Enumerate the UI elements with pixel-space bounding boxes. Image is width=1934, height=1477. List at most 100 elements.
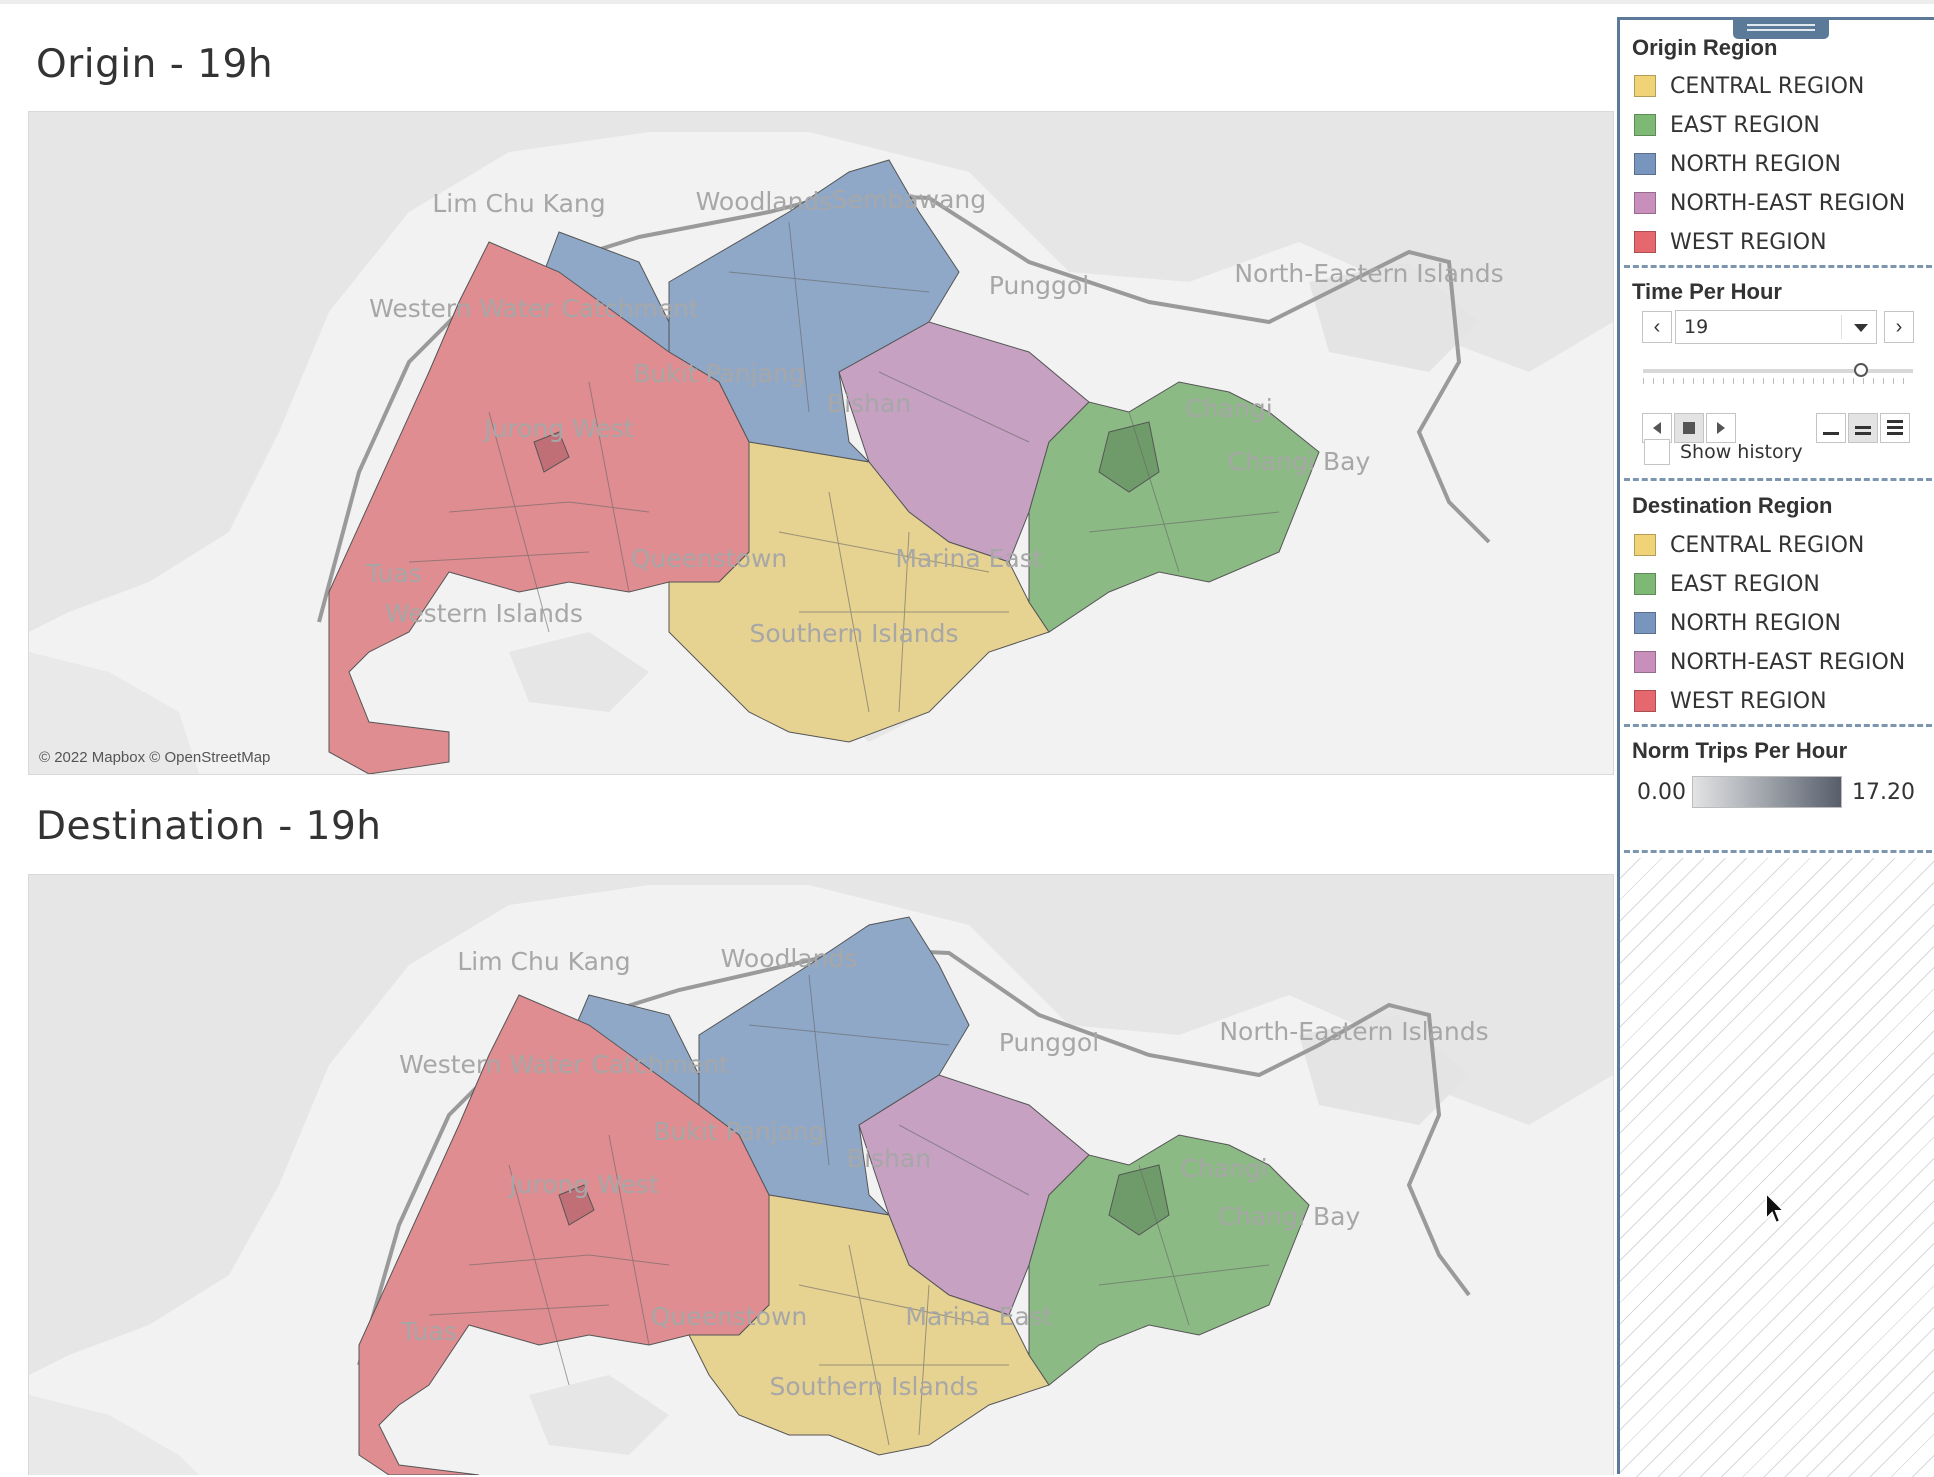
- dropdown-caret-icon: [1854, 324, 1868, 332]
- place-label-bishan: Bishan: [827, 389, 911, 418]
- section-divider: [1624, 478, 1932, 481]
- origin-legend-item-east[interactable]: EAST REGION: [1634, 110, 1820, 140]
- place-label-queenstown: Queenstown: [651, 1302, 808, 1331]
- origin-legend-label: CENTRAL REGION: [1670, 73, 1865, 99]
- place-label-queenstown: Queenstown: [631, 544, 788, 573]
- speed-fast-button[interactable]: [1880, 413, 1910, 443]
- destination-swatch-north: [1634, 612, 1656, 634]
- norm-trips-min-value: 0.00: [1637, 780, 1686, 805]
- place-label-lim-chu-kang: Lim Chu Kang: [432, 189, 605, 218]
- destination-region-legend-title: Destination Region: [1632, 493, 1833, 518]
- step-forward-button[interactable]: [1706, 413, 1736, 443]
- speed-slow-icon: [1823, 432, 1839, 435]
- origin-swatch-east: [1634, 114, 1656, 136]
- norm-trips-color-ramp: [1692, 776, 1842, 808]
- section-divider: [1624, 724, 1932, 727]
- origin-map-canvas[interactable]: Lim Chu Kang Woodlands Sembawang Western…: [29, 112, 1613, 774]
- place-label-changi: Changi: [1185, 394, 1272, 423]
- destination-legend-item-west[interactable]: WEST REGION: [1634, 686, 1827, 716]
- next-hour-button[interactable]: ›: [1884, 311, 1914, 343]
- place-label-bishan: Bishan: [847, 1144, 931, 1173]
- speed-fast-icon: [1887, 420, 1903, 435]
- cursor-icon: [1765, 1191, 1787, 1225]
- place-label-woodlands: Woodlands: [721, 944, 858, 973]
- origin-legend-label: EAST REGION: [1670, 112, 1820, 138]
- stop-button[interactable]: [1674, 413, 1704, 443]
- origin-legend-label: NORTH REGION: [1670, 151, 1841, 177]
- show-history-label[interactable]: Show history: [1680, 441, 1803, 463]
- destination-map-canvas[interactable]: Lim Chu Kang Woodlands Western Water Cat…: [29, 875, 1613, 1475]
- destination-legend-item-central[interactable]: CENTRAL REGION: [1634, 530, 1864, 560]
- place-label-changi-bay: Changi Bay: [1218, 1202, 1361, 1231]
- place-label-jurong-west: Jurong West: [507, 1170, 659, 1199]
- place-label-western-islands: Western Islands: [385, 599, 583, 628]
- chevron-left-icon: ‹: [1653, 315, 1661, 338]
- place-label-north-eastern-islands: North-Eastern Islands: [1234, 259, 1503, 288]
- step-back-icon: [1653, 422, 1661, 434]
- destination-legend-label: NORTH REGION: [1670, 610, 1841, 636]
- chevron-right-icon: ›: [1895, 315, 1903, 338]
- origin-region-legend-title: Origin Region: [1632, 35, 1778, 60]
- destination-map[interactable]: Lim Chu Kang Woodlands Western Water Cat…: [28, 874, 1614, 1475]
- destination-legend-label: CENTRAL REGION: [1670, 532, 1865, 558]
- destination-swatch-central: [1634, 534, 1656, 556]
- destination-swatch-east: [1634, 573, 1656, 595]
- destination-legend-item-north[interactable]: NORTH REGION: [1634, 608, 1841, 638]
- speed-medium-button[interactable]: [1848, 413, 1878, 443]
- place-label-marina-east: Marina East: [905, 1302, 1052, 1331]
- hour-slider-track[interactable]: [1643, 369, 1913, 373]
- norm-trips-max-value: 17.20: [1852, 780, 1915, 805]
- section-divider: [1624, 850, 1932, 853]
- top-edge: [0, 0, 1934, 4]
- show-history-checkbox[interactable]: [1644, 439, 1670, 465]
- place-label-bukit-panjang: Bukit Panjang: [653, 1117, 824, 1146]
- place-label-punggol: Punggol: [999, 1028, 1099, 1057]
- dropdown-separator: [1841, 315, 1842, 339]
- speed-medium-icon: [1855, 426, 1871, 435]
- speed-slow-button[interactable]: [1816, 413, 1846, 443]
- place-label-southern-islands: Southern Islands: [769, 1372, 978, 1401]
- place-label-western-water-catchment: Western Water Catchment: [399, 1050, 729, 1079]
- destination-legend-item-east[interactable]: EAST REGION: [1634, 569, 1820, 599]
- time-per-hour-title: Time Per Hour: [1632, 279, 1782, 304]
- place-label-sembawang: Sembawang: [832, 185, 986, 214]
- origin-legend-label: NORTH-EAST REGION: [1670, 190, 1906, 216]
- place-label-jurong-west: Jurong West: [482, 414, 634, 443]
- origin-swatch-central: [1634, 75, 1656, 97]
- destination-legend-label: NORTH-EAST REGION: [1670, 649, 1906, 675]
- place-label-north-eastern-islands: North-Eastern Islands: [1219, 1017, 1488, 1046]
- origin-swatch-north: [1634, 153, 1656, 175]
- place-label-southern-islands: Southern Islands: [749, 619, 958, 648]
- section-divider: [1624, 265, 1932, 268]
- place-label-tuas: Tuas: [400, 1317, 457, 1346]
- origin-swatch-west: [1634, 231, 1656, 253]
- origin-legend-item-west[interactable]: WEST REGION: [1634, 227, 1827, 257]
- map-attribution[interactable]: © 2022 Mapbox © OpenStreetMap: [39, 749, 270, 766]
- destination-map-title: Destination - 19h: [36, 804, 382, 849]
- norm-trips-legend-title: Norm Trips Per Hour: [1632, 738, 1848, 763]
- stop-icon: [1683, 422, 1695, 434]
- destination-legend-item-north-east[interactable]: NORTH-EAST REGION: [1634, 647, 1905, 677]
- hour-dropdown[interactable]: 19: [1675, 310, 1877, 344]
- empty-container-area: [1620, 858, 1934, 1477]
- place-label-bukit-panjang: Bukit Panjang: [633, 359, 804, 388]
- origin-swatch-north-east: [1634, 192, 1656, 214]
- destination-legend-label: EAST REGION: [1670, 571, 1820, 597]
- place-label-woodlands: Woodlands: [696, 187, 833, 216]
- place-label-changi-bay: Changi Bay: [1228, 447, 1371, 476]
- hour-slider-thumb[interactable]: [1854, 363, 1868, 377]
- place-label-punggol: Punggol: [989, 271, 1089, 300]
- place-label-western-water-catchment: Western Water Catchment: [369, 294, 699, 323]
- place-label-lim-chu-kang: Lim Chu Kang: [457, 947, 630, 976]
- previous-hour-button[interactable]: ‹: [1642, 311, 1672, 343]
- place-label-tuas: Tuas: [365, 559, 422, 588]
- destination-swatch-north-east: [1634, 651, 1656, 673]
- hour-slider-ticks: [1643, 378, 1913, 384]
- origin-map-title: Origin - 19h: [36, 42, 274, 87]
- origin-legend-item-central[interactable]: CENTRAL REGION: [1634, 71, 1864, 101]
- destination-swatch-west: [1634, 690, 1656, 712]
- origin-legend-item-north-east[interactable]: NORTH-EAST REGION: [1634, 188, 1905, 218]
- origin-legend-item-north[interactable]: NORTH REGION: [1634, 149, 1841, 179]
- destination-legend-label: WEST REGION: [1670, 688, 1827, 714]
- origin-map[interactable]: Lim Chu Kang Woodlands Sembawang Western…: [28, 111, 1614, 775]
